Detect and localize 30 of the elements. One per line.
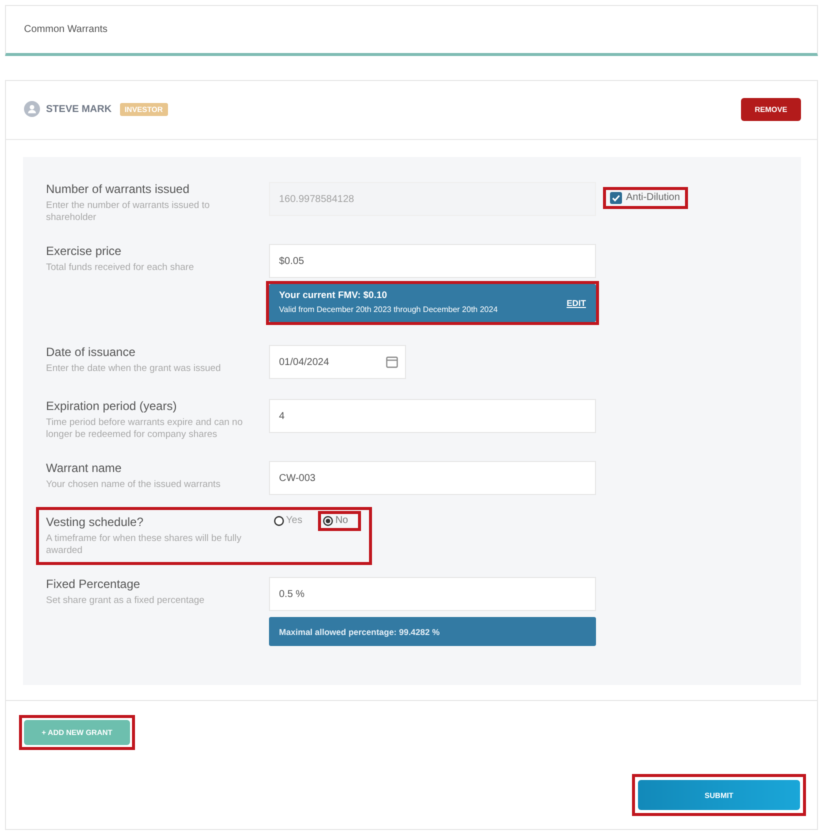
field-label: Expiration period (years) [46, 399, 178, 413]
field-description: Enter the number of warrants issued to shareholder [46, 200, 211, 224]
section-title: Common Warrants [24, 24, 108, 35]
calendar-icon[interactable] [386, 356, 398, 368]
field-label: Fixed Percentage [46, 577, 142, 591]
field-label: Date of issuance [46, 345, 136, 359]
field-description: Total funds received for each share [46, 262, 195, 274]
field-label: Exercise price [46, 244, 122, 258]
fmv-title: Your current FMV: $0.10 [279, 290, 388, 302]
input-field[interactable]: $0.05 [269, 244, 596, 278]
holder-name: STEVE MARK [46, 104, 112, 114]
field-description: Set share grant as a fixed percentage [46, 595, 206, 607]
input-field[interactable]: 4 [269, 399, 596, 433]
avatar-icon [24, 101, 40, 117]
input-field[interactable]: 0.5 % [269, 577, 596, 611]
field-description: Enter the date when the grant was issued [46, 363, 222, 375]
validity-text: Valid from December 20th 2023 through December 20th 2024 [279, 304, 499, 316]
field-description: A timeframe for when these shares will be fully awarded [46, 533, 242, 557]
radio-icon[interactable] [323, 516, 334, 526]
field-label: Number of warrants issued [46, 182, 190, 196]
field-description: Time period before warrants expire and can no longer be redeemed for company shares [46, 417, 244, 441]
input-field[interactable]: CW-003 [269, 461, 596, 495]
date-field[interactable]: 01/04/2024 [269, 345, 406, 379]
info-text: Maximal allowed percentage: 99.4282 % [279, 626, 441, 638]
field-label: Warrant name [46, 461, 123, 475]
edit-link[interactable]: EDIT [566, 298, 586, 308]
radio-option[interactable]: No [323, 515, 348, 527]
field-description: Your chosen name of the issued warrants [46, 479, 222, 491]
field-label: Vesting schedule? [46, 515, 144, 529]
radio-icon[interactable] [274, 516, 284, 526]
